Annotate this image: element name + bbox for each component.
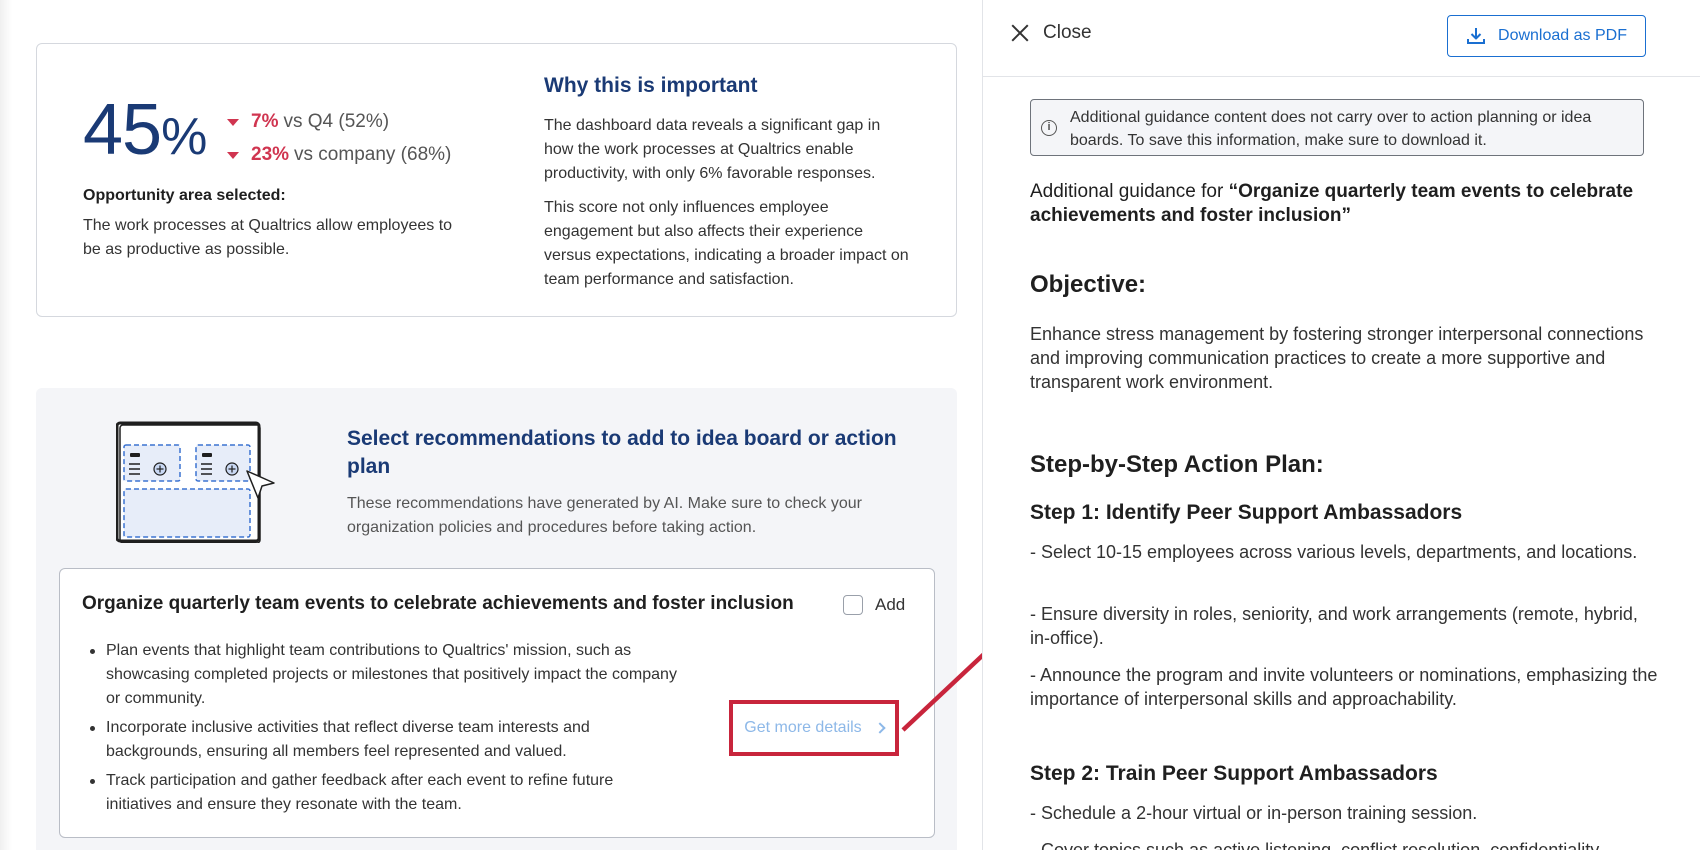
idea-board-illustration: [116, 421, 275, 543]
delta-value: 23%: [251, 143, 290, 165]
delta-vs-company: 23% vs company (68%): [227, 138, 451, 171]
checkbox[interactable]: [843, 595, 863, 615]
step-2-heading: Step 2: Train Peer Support Ambassadors: [1030, 762, 1438, 785]
recommendations-title: Select recommendations to add to idea bo…: [347, 427, 897, 478]
delta-value: 7%: [251, 110, 279, 132]
delta-label: vs company (68%): [294, 143, 452, 165]
recommendations-panel: Select recommendations to add to idea bo…: [36, 388, 957, 850]
chevron-right-icon: [874, 722, 886, 734]
main-page: 45% 7% vs Q4 (52%) 23% vs company (68%) …: [0, 0, 982, 850]
add-label: Add: [875, 595, 906, 614]
guidance-heading: Additional guidance for “Organize quarte…: [1030, 180, 1650, 228]
list-item: Track participation and gather feedback …: [82, 769, 677, 817]
close-icon: [1011, 24, 1029, 42]
recommendation-card: Organize quarterly team events to celebr…: [59, 568, 935, 838]
why-important-paragraph: This score not only influences employee …: [544, 199, 909, 288]
score-card: 45% 7% vs Q4 (52%) 23% vs company (68%) …: [36, 43, 957, 317]
recommendation-title: Organize quarterly team events to celebr…: [82, 593, 794, 614]
opportunity-text: The work processes at Qualtrics allow em…: [83, 217, 453, 258]
download-label: Download as PDF: [1498, 27, 1627, 44]
step-1-heading: Step 1: Identify Peer Support Ambassador…: [1030, 501, 1463, 524]
opportunity-title: Opportunity area selected:: [83, 187, 286, 204]
step-1-item: - Select 10-15 employees across various …: [1030, 542, 1638, 562]
objective-text: Enhance stress management by fostering s…: [1030, 324, 1644, 392]
side-panel-header: Close Download as PDF: [983, 0, 1700, 77]
info-icon: i: [1041, 120, 1057, 136]
score-percent-sign: %: [161, 108, 208, 166]
step-2-item: - Cover topics such as active listening,…: [1030, 840, 1600, 850]
delta-vs-q4: 7% vs Q4 (52%): [227, 105, 451, 138]
notice-text: Additional guidance content does not car…: [1070, 109, 1592, 149]
get-more-details-button[interactable]: Get more details: [729, 700, 899, 756]
why-important-paragraph: The dashboard data reveals a significant…: [544, 117, 881, 182]
step-2-item: - Schedule a 2-hour virtual or in-person…: [1030, 803, 1478, 823]
list-item: Incorporate inclusive activities that re…: [82, 716, 677, 764]
close-button[interactable]: Close: [1011, 22, 1092, 44]
arrow-down-icon: [227, 152, 239, 159]
guidance-notice: i Additional guidance content does not c…: [1030, 99, 1644, 156]
recommendation-bullets: Plan events that highlight team contribu…: [82, 639, 677, 822]
guidance-side-panel: Close Download as PDF i Additional guida…: [982, 0, 1700, 850]
score-value: 45%: [83, 94, 207, 166]
score-deltas: 7% vs Q4 (52%) 23% vs company (68%): [227, 105, 451, 171]
action-plan-heading: Step-by-Step Action Plan:: [1030, 451, 1324, 478]
download-icon: [1467, 28, 1486, 44]
list-item: Plan events that highlight team contribu…: [82, 639, 677, 711]
guidance-prefix: Additional guidance for: [1030, 181, 1229, 202]
step-1-item: - Announce the program and invite volunt…: [1030, 665, 1658, 709]
get-more-details-label: Get more details: [744, 719, 862, 736]
recommendations-subtitle: These recommendations have generated by …: [347, 495, 862, 536]
arrow-down-icon: [227, 119, 239, 126]
download-pdf-button[interactable]: Download as PDF: [1447, 15, 1646, 57]
add-recommendation-checkbox[interactable]: Add: [843, 595, 905, 615]
score-number: 45: [83, 90, 162, 170]
why-important-title: Why this is important: [544, 74, 758, 97]
delta-label: vs Q4 (52%): [283, 110, 390, 132]
objective-heading: Objective:: [1030, 271, 1147, 298]
close-label: Close: [1043, 22, 1092, 43]
step-1-item: - Ensure diversity in roles, seniority, …: [1030, 604, 1638, 648]
